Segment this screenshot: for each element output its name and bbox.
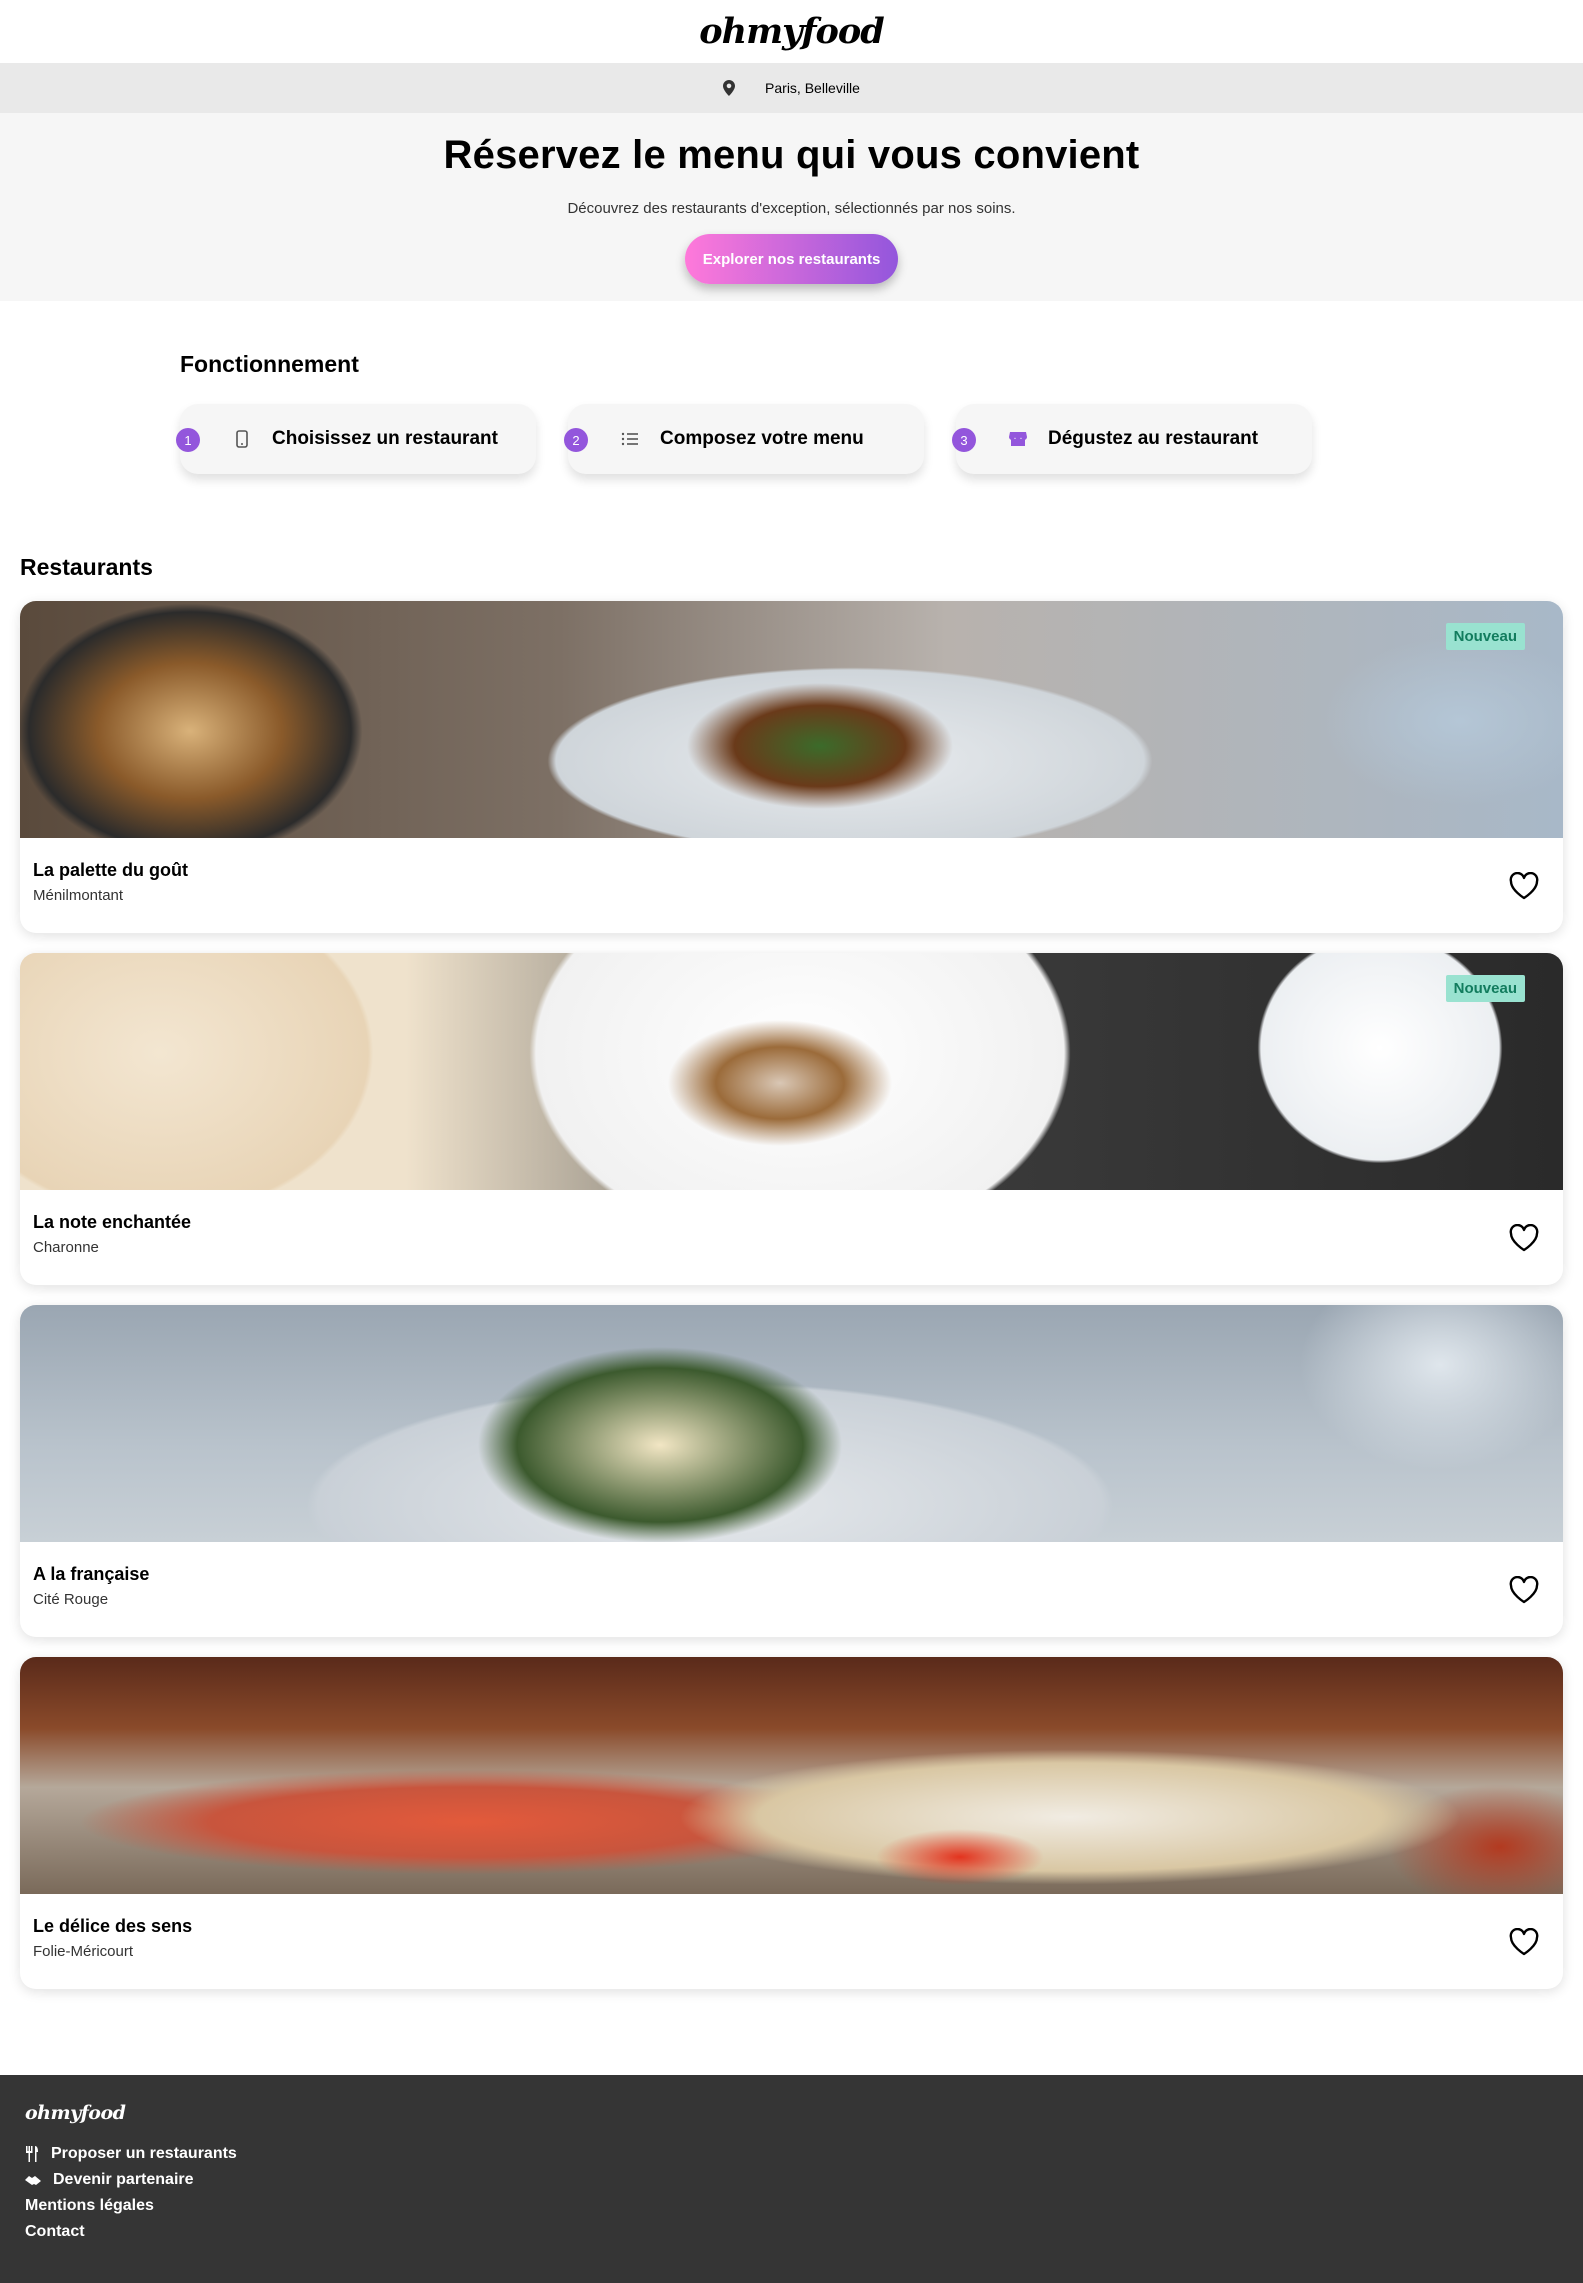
new-badge: Nouveau <box>1445 975 1525 1002</box>
restaurant-photo: Nouveau <box>20 953 1563 1190</box>
restaurant-card[interactable]: Nouveau La note enchantée Charonne <box>20 953 1563 1285</box>
hero-title: Réservez le menu qui vous convient <box>443 133 1140 177</box>
list-icon <box>618 427 642 451</box>
restaurant-name: Le délice des sens <box>33 1916 193 1936</box>
footer-link-label: Proposer un restaurants <box>51 2145 237 2162</box>
restaurant-photo: Nouveau <box>20 601 1563 838</box>
restaurant-photo <box>20 1657 1563 1894</box>
explore-restaurants-button[interactable]: Explorer nos restaurants <box>685 234 898 284</box>
step-label: Composez votre menu <box>660 428 864 449</box>
how-it-works-title: Fonctionnement <box>180 351 359 377</box>
heart-icon[interactable] <box>1509 1223 1539 1252</box>
heart-icon[interactable] <box>1509 871 1539 900</box>
mobile-phone-icon <box>230 427 254 451</box>
heart-icon[interactable] <box>1509 1927 1539 1956</box>
restaurant-info: La note enchantée Charonne <box>20 1190 1563 1285</box>
restaurant-name: La palette du goût <box>33 860 188 880</box>
restaurants-title: Restaurants <box>20 554 153 580</box>
step-card: 3 Dégustez au restaurant <box>952 404 1312 474</box>
footer-link-label: Devenir partenaire <box>53 2171 194 2188</box>
location-pin-icon <box>723 80 736 96</box>
restaurant-name: La note enchantée <box>33 1212 192 1232</box>
footer-link-contact[interactable]: Contact <box>25 2219 1583 2245</box>
step-label: Choisissez un restaurant <box>272 428 498 449</box>
step-card: 1 Choisissez un restaurant <box>176 404 536 474</box>
heart-icon[interactable] <box>1509 1575 1539 1604</box>
restaurant-card[interactable]: Le délice des sens Folie-Méricourt <box>20 1657 1563 1989</box>
steps-list: 1 Choisissez un restaurant 2 Composez vo… <box>176 404 1583 474</box>
new-badge: Nouveau <box>1445 623 1525 650</box>
footer-link-propose-restaurant[interactable]: Proposer un restaurants <box>25 2141 1583 2167</box>
step-number: 3 <box>952 428 976 452</box>
how-it-works-section: Fonctionnement 1 Choisissez un restauran… <box>0 301 1583 501</box>
restaurant-info: Le délice des sens Folie-Méricourt <box>20 1894 1563 1989</box>
restaurant-card[interactable]: A la française Cité Rouge <box>20 1305 1563 1637</box>
utensils-icon <box>25 2146 39 2162</box>
store-icon <box>1006 427 1030 451</box>
restaurant-name: A la française <box>33 1564 150 1584</box>
restaurant-card[interactable]: Nouveau La palette du goût Ménilmontant <box>20 601 1563 933</box>
footer-logo[interactable]: ohmyfood <box>25 2102 1583 2124</box>
footer-link-become-partner[interactable]: Devenir partenaire <box>25 2167 1583 2193</box>
step-number: 1 <box>176 428 200 452</box>
step-card: 2 Composez votre menu <box>564 404 924 474</box>
location-text: Paris, Belleville <box>765 80 860 96</box>
location-bar: Paris, Belleville <box>0 63 1583 113</box>
step-number: 2 <box>564 428 588 452</box>
restaurant-location: Ménilmontant <box>33 887 124 904</box>
site-header: ohmyfood <box>0 0 1583 63</box>
restaurant-info: La palette du goût Ménilmontant <box>20 838 1563 933</box>
footer-link-label: Mentions légales <box>25 2197 154 2214</box>
restaurant-info: A la française Cité Rouge <box>20 1542 1563 1637</box>
site-footer: ohmyfood Proposer un restaurants Devenir… <box>0 2075 1583 2283</box>
hero-subtitle: Découvrez des restaurants d'exception, s… <box>567 200 1016 217</box>
restaurant-location: Cité Rouge <box>33 1591 109 1608</box>
restaurant-location: Charonne <box>33 1239 99 1256</box>
restaurant-location: Folie-Méricourt <box>33 1943 134 1960</box>
footer-link-label: Contact <box>25 2223 85 2240</box>
step-label: Dégustez au restaurant <box>1048 428 1259 449</box>
handshake-icon <box>25 2174 41 2186</box>
footer-links: Proposer un restaurants Devenir partenai… <box>25 2141 1583 2245</box>
restaurant-photo <box>20 1305 1563 1542</box>
logo[interactable]: ohmyfood <box>699 11 884 52</box>
footer-link-legal[interactable]: Mentions légales <box>25 2193 1583 2219</box>
hero-section: Réservez le menu qui vous convient Décou… <box>0 113 1583 301</box>
